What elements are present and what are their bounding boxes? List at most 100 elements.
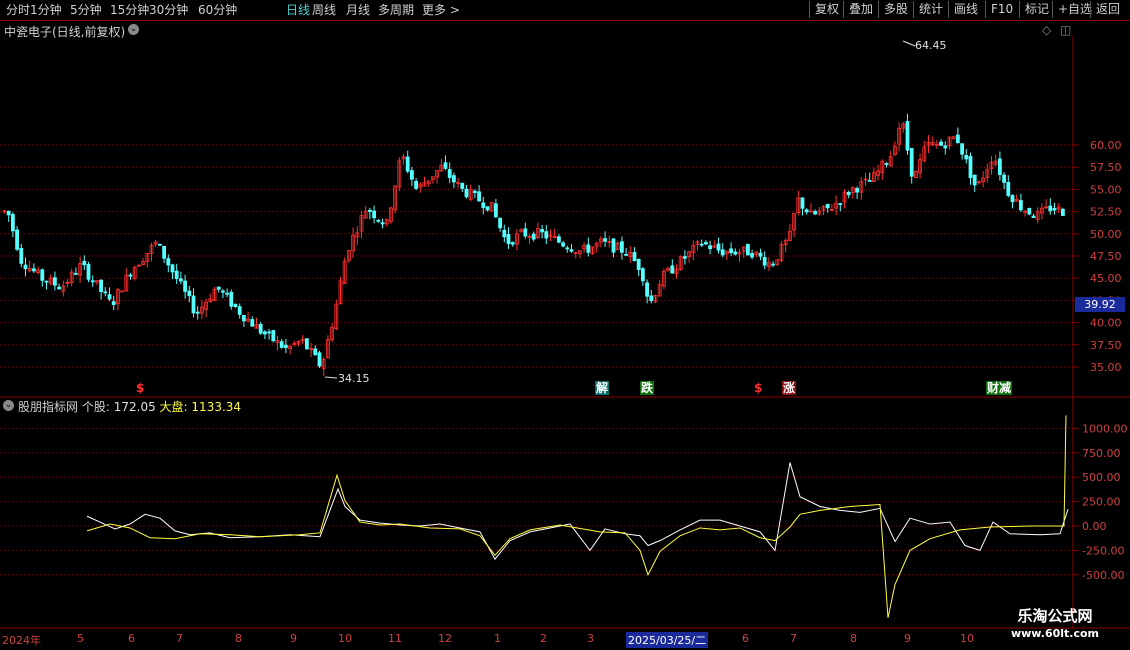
period-tab-8[interactable]: 月线 <box>346 2 370 18</box>
stock-value-label: 个股: <box>81 400 110 414</box>
indicator-dropdown-icon[interactable]: ⌄ <box>3 400 14 411</box>
candle-body <box>157 243 162 246</box>
candle-body <box>561 242 565 247</box>
toolbar-button-8[interactable]: 返回 <box>1090 1 1125 18</box>
candle-body <box>258 324 263 334</box>
candle-body <box>44 280 49 283</box>
toolbar-button-3[interactable]: 统计 <box>913 1 948 18</box>
candle-body <box>964 154 969 160</box>
date-label-15: 8 <box>850 632 857 645</box>
candle-body <box>86 264 91 280</box>
market-indicator-line <box>86 415 1067 618</box>
watermark-title: 乐淘公式网 <box>1017 607 1093 625</box>
toolbar-button-5[interactable]: F10 <box>985 1 1018 18</box>
diamond-icon[interactable]: ◇ <box>1042 23 1051 37</box>
candle-body <box>972 174 977 186</box>
toolbar-button-2[interactable]: 多股 <box>878 1 913 18</box>
period-tab-9[interactable]: 多周期 <box>378 2 414 18</box>
period-tab-6[interactable]: 日线 <box>286 2 310 18</box>
price-tick-label: 35.00 <box>1090 361 1122 374</box>
candle-body <box>443 162 448 169</box>
period-tab-1[interactable]: 1分钟 <box>30 2 62 18</box>
price-tick-label: 52.50 <box>1090 206 1122 219</box>
period-tab-0[interactable]: 分时 <box>6 2 30 18</box>
period-tab-7[interactable]: 周线 <box>312 2 336 18</box>
candle-body <box>191 295 196 314</box>
date-label-12: 2025/03/25/二 <box>626 632 709 648</box>
indicator-header: 股朋指标网 个股: 172.05 大盘: 1133.34 <box>18 398 241 415</box>
candle-body <box>825 203 830 209</box>
market-value: 1133.34 <box>191 400 242 414</box>
candle-body <box>603 238 607 242</box>
price-tick-label: 47.50 <box>1090 250 1122 263</box>
panel-toggle-icon[interactable]: ◫ <box>1060 23 1071 37</box>
price-tick-label: 37.50 <box>1090 339 1122 352</box>
candle-body <box>40 269 45 281</box>
signal-marker-5: 财减 <box>986 381 1013 395</box>
date-label-11: 3 <box>587 632 594 645</box>
candle-body <box>670 265 675 274</box>
candle-body <box>1006 182 1011 196</box>
candle-body <box>762 257 767 266</box>
candle-body <box>405 156 410 172</box>
date-label-6: 10 <box>338 632 352 645</box>
candle-body <box>229 291 234 307</box>
date-label-9: 1 <box>494 632 501 645</box>
indicator-tick-label: -500.00 <box>1082 569 1124 582</box>
candle-body <box>262 331 267 335</box>
period-tab-5[interactable]: 60分钟 <box>198 2 237 18</box>
candle-body <box>372 210 377 219</box>
price-tick-label: 45.00 <box>1090 272 1122 285</box>
signal-marker-3: $ <box>754 381 763 395</box>
candle-body <box>800 197 805 209</box>
stock-value: 172.05 <box>113 400 156 414</box>
candle-body <box>960 143 964 155</box>
signal-marker-4: 涨 <box>782 381 797 395</box>
candle-body <box>99 279 103 293</box>
candle-body <box>250 319 255 327</box>
candle-body <box>683 256 687 259</box>
price-tick-label: 57.50 <box>1090 161 1122 174</box>
candle-body <box>267 331 272 334</box>
candle-body <box>544 231 549 239</box>
price-tick-label: 60.00 <box>1090 139 1122 152</box>
date-label-8: 12 <box>438 632 452 645</box>
candle-body <box>771 263 775 266</box>
candle-body <box>905 121 910 151</box>
period-tab-4[interactable]: 30分钟 <box>149 2 188 18</box>
candle-body <box>502 229 507 238</box>
candle-body <box>1061 208 1065 216</box>
candle-body <box>10 214 15 232</box>
candle-body <box>170 264 175 273</box>
date-label-0: 2024年 <box>2 634 41 647</box>
candle-body <box>485 206 490 211</box>
toolbar-button-0[interactable]: 复权 <box>809 1 844 18</box>
indicator-tick-label: 250.00 <box>1082 496 1121 509</box>
date-label-7: 11 <box>388 632 402 645</box>
date-label-1: 5 <box>77 632 84 645</box>
candle-body <box>733 251 738 255</box>
date-label-5: 9 <box>290 632 297 645</box>
market-value-label: 大盘: <box>159 400 188 414</box>
period-tab-3[interactable]: 15分钟 <box>110 2 149 18</box>
period-tab-10[interactable]: 更多 > <box>422 2 460 18</box>
toolbar-button-6[interactable]: 标记 <box>1019 1 1054 18</box>
candle-body <box>195 311 200 314</box>
candle-body <box>716 243 721 251</box>
signal-marker-2: 跌 <box>640 381 655 395</box>
candle-body <box>956 134 960 143</box>
candle-body <box>1031 215 1036 218</box>
date-label-14: 7 <box>790 632 797 645</box>
candle-body <box>460 182 465 189</box>
candle-body <box>233 303 238 307</box>
candle-body <box>506 233 511 244</box>
candle-body <box>645 282 649 297</box>
toolbar-button-1[interactable]: 叠加 <box>843 1 878 18</box>
date-label-10: 2 <box>540 632 547 645</box>
toolbar-button-4[interactable]: 画线 <box>948 1 983 18</box>
current-price-tag: 39.92 <box>1075 297 1125 312</box>
candle-body <box>82 260 87 266</box>
title-dropdown-icon[interactable]: ⌄ <box>128 24 139 35</box>
period-tab-2[interactable]: 5分钟 <box>70 2 102 18</box>
candle-body <box>510 242 515 245</box>
